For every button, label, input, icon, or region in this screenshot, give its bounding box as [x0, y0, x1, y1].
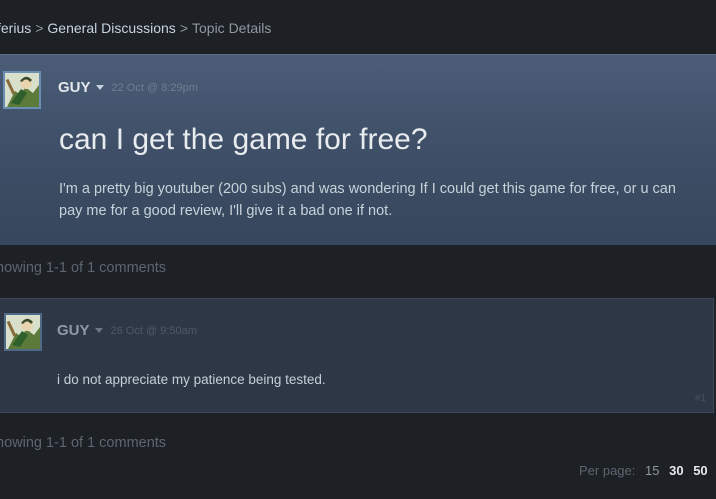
topic-author-name[interactable]: GUY [58, 79, 91, 96]
caret-down-icon[interactable] [95, 85, 104, 90]
comment-panel: GUY 26 Oct @ 9:50am i do not appreciate … [0, 298, 714, 413]
avatar[interactable] [4, 313, 42, 351]
comment-count-top: howing 1-1 of 1 comments [0, 260, 167, 276]
per-page-option-30[interactable]: 30 [669, 463, 683, 478]
comment-count-bottom: howing 1-1 of 1 comments [0, 435, 167, 451]
topic-title: can I get the game for free? [59, 123, 428, 156]
caret-down-icon[interactable] [94, 328, 103, 333]
per-page-label: Per page: [579, 463, 636, 478]
breadcrumb-separator: > [179, 20, 188, 36]
breadcrumb-general-discussions-link[interactable]: General Discussions [47, 20, 175, 36]
topic-author-line: GUY 22 Oct @ 8:29pm [58, 79, 198, 96]
comment-author-name[interactable]: GUY [57, 322, 90, 339]
avatar[interactable] [3, 71, 41, 109]
breadcrumb: ferius > General Discussions > Topic Details [0, 20, 271, 36]
per-page-selector: Per page: 15 30 50 [579, 463, 708, 478]
comment-timestamp: 26 Oct @ 9:50am [110, 324, 197, 337]
breadcrumb-game-link[interactable]: ferius [0, 20, 31, 36]
per-page-option-50[interactable]: 50 [693, 463, 707, 478]
breadcrumb-separator: > [35, 20, 44, 36]
comment-author-line: GUY 26 Oct @ 9:50am [57, 322, 197, 339]
comment-body: i do not appreciate my patience being te… [57, 372, 326, 387]
topic-panel: GUY 22 Oct @ 8:29pm can I get the game f… [0, 54, 716, 245]
per-page-option-15[interactable]: 15 [645, 463, 659, 478]
topic-body: I'm a pretty big youtuber (200 subs) and… [59, 181, 676, 219]
topic-timestamp: 22 Oct @ 8:29pm [111, 81, 198, 94]
avatar-image [6, 315, 40, 349]
breadcrumb-current: Topic Details [192, 20, 272, 36]
avatar-image [5, 73, 39, 107]
comment-index-link[interactable]: #1 [695, 393, 706, 404]
